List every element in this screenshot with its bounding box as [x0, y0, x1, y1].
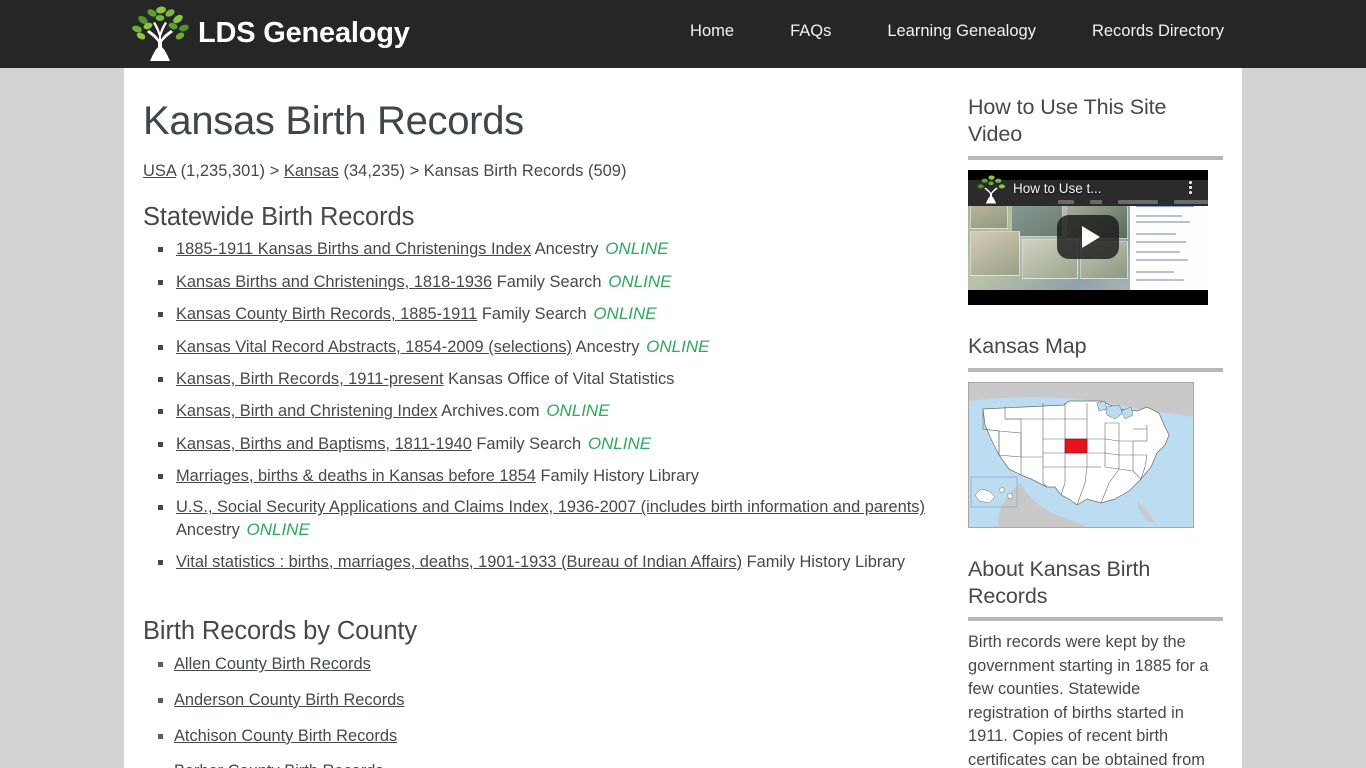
statewide-records-list: 1885-1911 Kansas Births and Christenings…	[143, 238, 953, 573]
statewide-record-item: U.S., Social Security Applications and C…	[174, 497, 953, 541]
breadcrumb-link-kansas[interactable]: Kansas	[284, 162, 339, 180]
breadcrumb-link-usa[interactable]: USA	[143, 162, 176, 180]
record-link[interactable]: Kansas, Birth and Christening Index	[176, 402, 438, 420]
breadcrumb-current: Kansas Birth Records (509)	[423, 162, 627, 180]
video-nav-stub	[1058, 199, 1208, 204]
online-badge: ONLINE	[603, 271, 672, 291]
online-badge: ONLINE	[541, 401, 610, 421]
county-link[interactable]: Atchison County Birth Records	[174, 727, 397, 745]
site-logo-link[interactable]: LDS Genealogy	[128, 4, 410, 62]
record-link[interactable]: Kansas, Births and Baptisms, 1811-1940	[176, 435, 472, 453]
breadcrumb-kansas-count: (34,235)	[343, 162, 405, 180]
county-record-item: Anderson County Birth Records	[174, 690, 953, 712]
map-widget: Kansas Map	[968, 333, 1223, 528]
online-badge: ONLINE	[600, 239, 669, 259]
about-widget-title: About Kansas Birth Records	[968, 556, 1151, 608]
statewide-record-item: Kansas, Birth Records, 1911-present Kans…	[174, 369, 953, 391]
video-tree-logo-icon	[974, 174, 1008, 209]
statewide-record-item: Kansas County Birth Records, 1885-1911 F…	[174, 303, 953, 326]
about-widget-divider	[968, 617, 1223, 622]
record-link[interactable]: Kansas, Birth Records, 1911-present	[176, 370, 444, 388]
breadcrumb-usa-count: (1,235,301)	[180, 162, 266, 180]
video-title: How to Use t...	[1013, 180, 1102, 196]
record-provider: Ancestry	[176, 521, 240, 539]
county-link[interactable]: Anderson County Birth Records	[174, 691, 405, 709]
about-widget-text: Birth records were kept by the governmen…	[968, 633, 1209, 768]
county-record-item: Allen County Birth Records	[174, 654, 953, 676]
content-shell: Kansas Birth Records USA (1,235,301) > K…	[124, 68, 1242, 768]
statewide-record-item: Kansas, Births and Baptisms, 1811-1940 F…	[174, 433, 953, 456]
nav-learning-genealogy[interactable]: Learning Genealogy	[859, 22, 1064, 41]
more-vertical-icon[interactable]	[1189, 180, 1192, 194]
page-root: LDS Genealogy Home FAQs Learning Genealo…	[0, 0, 1366, 768]
record-link[interactable]: Kansas Births and Christenings, 1818-193…	[176, 273, 492, 291]
nav-faqs[interactable]: FAQs	[762, 22, 859, 41]
tree-logo-icon	[128, 4, 192, 62]
record-provider: Family Search	[492, 272, 602, 291]
map-widget-title: Kansas Map	[968, 333, 1087, 358]
county-records-list: Allen County Birth Records Anderson Count…	[143, 654, 953, 768]
breadcrumb-separator-2: >	[409, 162, 420, 180]
us-map-svg	[969, 382, 1193, 527]
record-link[interactable]: Marriages, births & deaths in Kansas bef…	[176, 467, 536, 485]
record-link[interactable]: Vital statistics : births, marriages, de…	[176, 553, 742, 571]
video-widget: How to Use This Site Video How to Use t.…	[968, 94, 1223, 305]
record-provider: Family Search	[477, 305, 587, 324]
main-navigation: Home FAQs Learning Genealogy Records Dir…	[662, 22, 1242, 41]
statewide-record-item: Vital statistics : births, marriages, de…	[174, 552, 953, 574]
site-header: LDS Genealogy Home FAQs Learning Genealo…	[0, 0, 1366, 68]
county-section-heading: Birth Records by County	[143, 617, 418, 646]
county-link[interactable]: Allen County Birth Records	[174, 655, 371, 673]
map-widget-divider	[968, 367, 1223, 372]
record-provider: Ancestry	[572, 338, 640, 357]
record-provider: Family Search	[471, 435, 582, 454]
play-icon[interactable]	[1057, 215, 1119, 260]
video-widget-title: How to Use This Site Video	[968, 95, 1167, 146]
statewide-section-heading: Statewide Birth Records	[143, 203, 415, 232]
kansas-map-image[interactable]	[968, 381, 1194, 528]
record-link[interactable]: 1885-1911 Kansas Births and Christenings…	[176, 240, 531, 258]
breadcrumb-separator-1: >	[269, 162, 280, 180]
nav-records-directory[interactable]: Records Directory	[1064, 22, 1242, 41]
brand-name: LDS Genealogy	[198, 16, 410, 49]
record-provider: Family History Library	[535, 466, 699, 485]
about-widget: About Kansas Birth Records Birth records…	[968, 556, 1223, 768]
record-link[interactable]: Kansas County Birth Records, 1885-1911	[176, 305, 477, 323]
online-badge: ONLINE	[583, 434, 652, 454]
main-column: Kansas Birth Records USA (1,235,301) > K…	[143, 68, 953, 768]
statewide-record-item: Kansas Vital Record Abstracts, 1854-2009…	[174, 336, 953, 359]
online-badge: ONLINE	[641, 337, 710, 357]
record-provider: Family History Library	[742, 552, 906, 571]
nav-home[interactable]: Home	[662, 22, 762, 41]
header-inner: LDS Genealogy Home FAQs Learning Genealo…	[124, 0, 1242, 68]
breadcrumb: USA (1,235,301) > Kansas (34,235) > Kans…	[143, 160, 953, 183]
statewide-record-item: 1885-1911 Kansas Births and Christenings…	[174, 238, 953, 261]
online-badge: ONLINE	[241, 520, 310, 539]
record-link[interactable]: Kansas Vital Record Abstracts, 1854-2009…	[176, 338, 572, 356]
video-player[interactable]: How to Use t...	[968, 169, 1208, 305]
county-link[interactable]: Barber County Birth Records	[174, 762, 384, 768]
statewide-record-item: Kansas, Birth and Christening Index Arch…	[174, 400, 953, 423]
county-record-item: Barber County Birth Records	[174, 761, 953, 768]
county-record-item: Atchison County Birth Records	[174, 726, 953, 748]
online-badge: ONLINE	[588, 304, 657, 324]
page-title: Kansas Birth Records	[143, 99, 524, 143]
video-photo-tile	[970, 230, 1020, 276]
statewide-record-item: Kansas Births and Christenings, 1818-193…	[174, 271, 953, 294]
content-row: Kansas Birth Records USA (1,235,301) > K…	[124, 68, 1242, 768]
record-provider: Kansas Office of Vital Statistics	[443, 369, 675, 388]
record-provider: Archives.com	[437, 402, 540, 421]
video-widget-divider	[968, 155, 1223, 160]
statewide-record-item: Marriages, births & deaths in Kansas bef…	[174, 466, 953, 488]
record-provider: Ancestry	[531, 240, 599, 259]
sidebar: How to Use This Site Video How to Use t.…	[968, 68, 1223, 768]
record-link[interactable]: U.S., Social Security Applications and C…	[176, 498, 925, 516]
